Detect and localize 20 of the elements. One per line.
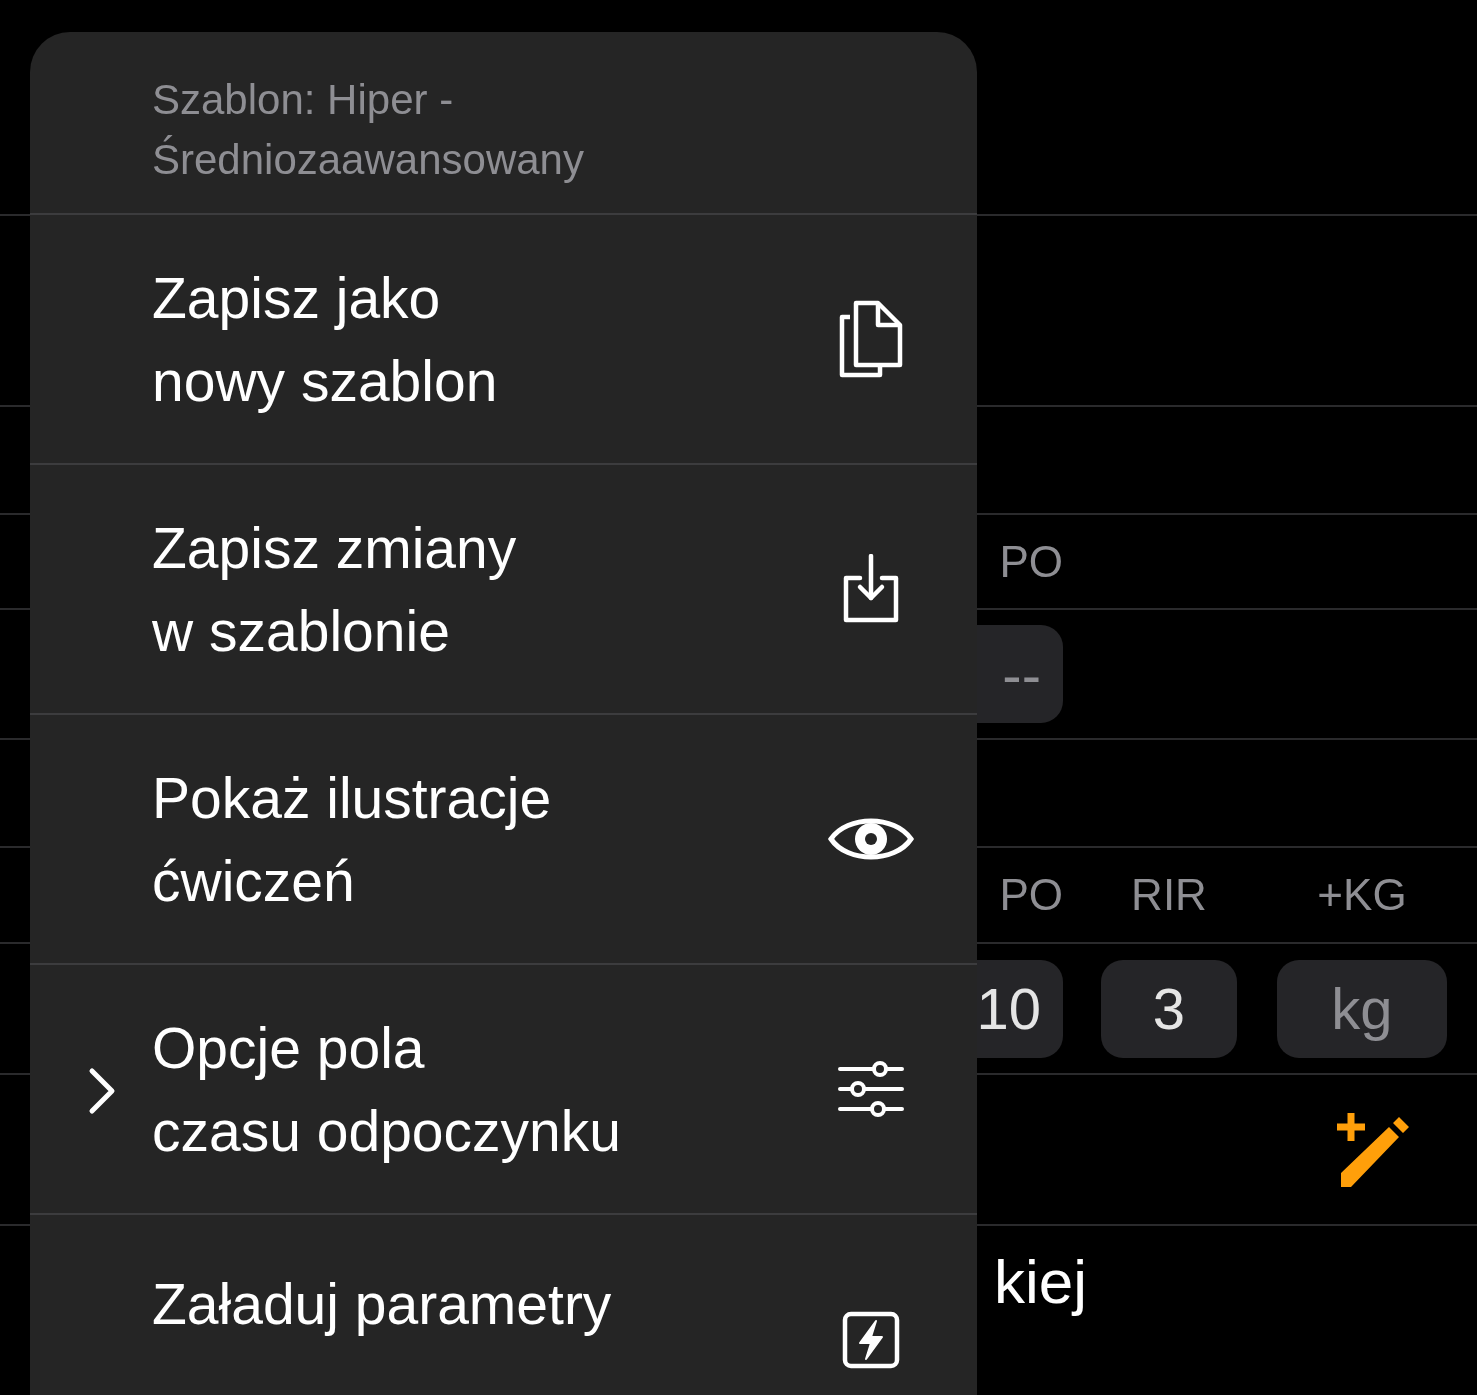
column-header: +KG: [1317, 870, 1407, 919]
menu-item[interactable]: Pokaż ilustracje ćwiczeń: [30, 715, 977, 965]
add-edit-icon[interactable]: [1337, 1112, 1411, 1187]
input-field[interactable]: --: [977, 625, 1063, 723]
menu-item[interactable]: Zapisz jako nowy szablon: [30, 215, 977, 465]
bolt-icon: [842, 1311, 900, 1369]
input-field[interactable]: 3: [1101, 959, 1237, 1058]
column-header: PO: [999, 536, 1063, 587]
column-header: RIR: [1131, 870, 1207, 919]
menu-header: Szablon: Hiper - Średniozaawansowany: [152, 76, 584, 183]
download-icon: [842, 554, 900, 624]
input-field[interactable]: kg: [1277, 959, 1447, 1058]
menu-item[interactable]: Zapisz zmiany w szablonie: [30, 465, 977, 715]
menu-item[interactable]: Opcje pola czasu odpoczynku: [30, 965, 977, 1215]
copy-icon: [838, 299, 904, 379]
column-header: PO: [999, 870, 1063, 919]
sliders-icon: [838, 1061, 904, 1117]
exercise-name: kiej: [993, 1246, 1087, 1317]
input-field[interactable]: 10: [977, 959, 1063, 1058]
menu-item[interactable]: Załaduj parametry: [30, 1215, 977, 1395]
